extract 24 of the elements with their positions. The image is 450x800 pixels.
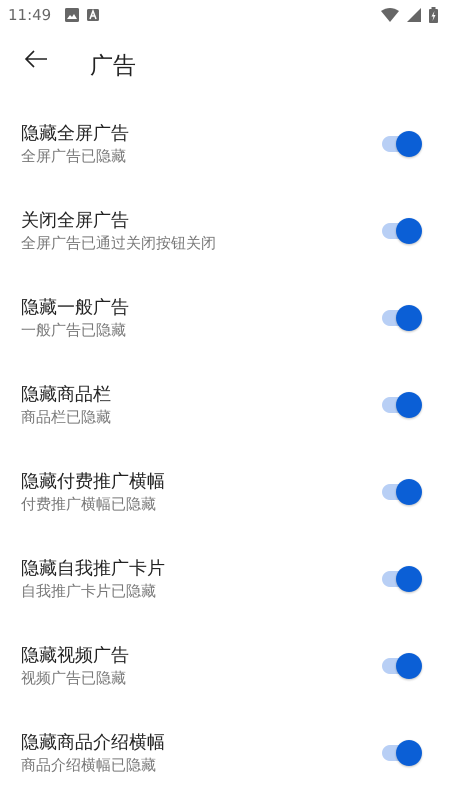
battery-icon [429,7,438,23]
setting-subtitle: 付费推广横幅已隐藏 [21,495,157,514]
setting-title: 关闭全屏广告 [21,209,130,232]
setting-subtitle: 一般广告已隐藏 [21,321,127,340]
app-icon [87,9,100,21]
setting-title: 隐藏付费推广横幅 [21,470,166,493]
setting-subtitle: 自我推广卡片已隐藏 [21,582,157,601]
setting-title: 隐藏一般广告 [21,296,130,319]
setting-subtitle: 商品介绍横幅已隐藏 [21,756,157,775]
page-title: 广告 [90,52,136,80]
back-arrow-icon[interactable] [24,49,48,69]
setting-title: 隐藏商品介绍横幅 [21,731,166,754]
setting-title: 隐藏全屏广告 [21,122,130,145]
wifi-icon [381,8,399,22]
setting-subtitle: 全屏广告已通过关闭按钮关闭 [21,234,217,253]
setting-subtitle: 视频广告已隐藏 [21,669,127,688]
setting-title: 隐藏商品栏 [21,383,112,406]
status-time: 11:49 [8,6,52,24]
signal-icon [407,8,421,22]
setting-title: 隐藏自我推广卡片 [21,557,166,580]
setting-subtitle: 商品栏已隐藏 [21,408,112,427]
setting-subtitle: 全屏广告已隐藏 [21,147,127,166]
image-icon [65,8,80,22]
setting-title: 隐藏视频广告 [21,644,130,667]
